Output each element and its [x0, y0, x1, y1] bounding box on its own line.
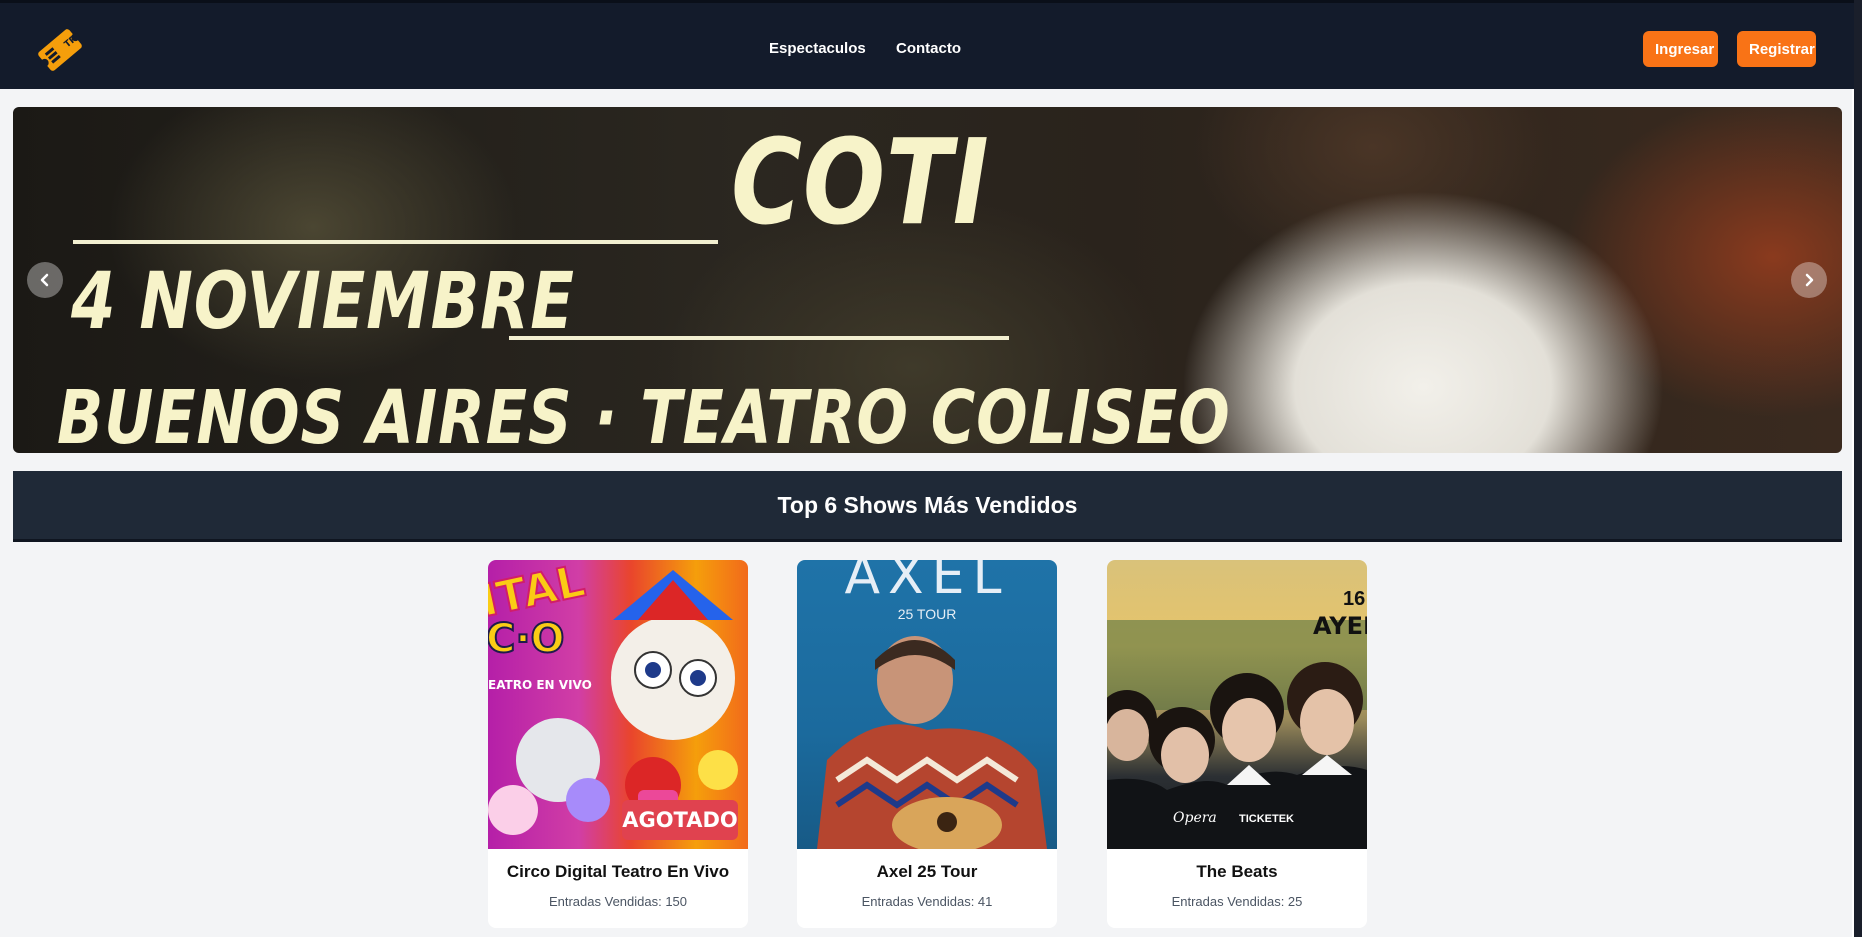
ticketek-logo: TICKETEK	[1239, 813, 1294, 825]
ticket-logo-icon[interactable]: TP	[36, 26, 84, 74]
top-navbar: TP Espectaculos Contacto Ingresar Regist…	[0, 0, 1862, 89]
show-poster: AXEL 25 TOUR	[797, 560, 1057, 849]
tickets-sold: Entradas Vendidas: 41	[861, 894, 993, 909]
slide-venue: BUENOS AIRES · TEATRO COLISEO	[57, 375, 1231, 453]
poster-subtitle: EATRO EN VIVO	[488, 678, 592, 692]
tickets-sold: Entradas Vendidas: 25	[1171, 894, 1303, 909]
slide-divider	[73, 240, 718, 244]
show-poster: 16 AYER Opera TICKETEK	[1107, 560, 1367, 849]
section-title: Top 6 Shows Más Vendidos	[13, 471, 1842, 542]
show-card[interactable]: ITAL C·O EATRO EN VIVO AGOTADO Circo Dig…	[488, 560, 748, 928]
slide-date: 4 NOVIEMBRE	[71, 257, 575, 347]
opera-logo: Opera	[1173, 810, 1217, 826]
hero-carousel[interactable]: COTI 4 NOVIEMBRE BUENOS AIRES · TEATRO C…	[13, 107, 1842, 453]
slide-headline: COTI	[731, 113, 990, 251]
artist-photo-illustration	[817, 636, 1047, 849]
tickets-sold: Entradas Vendidas: 150	[548, 894, 688, 909]
show-card[interactable]: AXEL 25 TOUR Axel 25 Tour Entradas Vendi…	[797, 560, 1057, 928]
sold-out-badge: AGOTADO	[622, 800, 738, 840]
show-title: The Beats	[1196, 862, 1278, 881]
register-button[interactable]: Registrar	[1737, 31, 1816, 67]
login-button[interactable]: Ingresar	[1643, 31, 1718, 67]
band-photo-illustration	[1107, 620, 1367, 849]
window-edge	[1854, 0, 1862, 937]
slide-image: COTI 4 NOVIEMBRE BUENOS AIRES · TEATRO C…	[13, 107, 1842, 453]
carousel-next-button[interactable]	[1791, 262, 1827, 298]
nav-link-contacto[interactable]: Contacto	[896, 40, 961, 57]
nav-link-espectaculos[interactable]: Espectaculos	[769, 40, 866, 57]
show-title: Axel 25 Tour	[876, 862, 978, 881]
poster-date: 16	[1343, 588, 1366, 610]
show-title: Circo Digital Teatro En Vivo	[506, 862, 730, 881]
show-card[interactable]: 16 AYER Opera TICKETEK The Beats Entrada…	[1107, 560, 1367, 928]
show-poster: ITAL C·O EATRO EN VIVO AGOTADO	[488, 560, 748, 849]
poster-title-line2: C·O	[488, 615, 566, 663]
poster-title: AYER	[1313, 612, 1367, 640]
chevron-left-icon	[40, 273, 49, 287]
chevron-right-icon	[1805, 273, 1814, 287]
slide-divider	[509, 336, 1009, 340]
carousel-prev-button[interactable]	[27, 262, 63, 298]
